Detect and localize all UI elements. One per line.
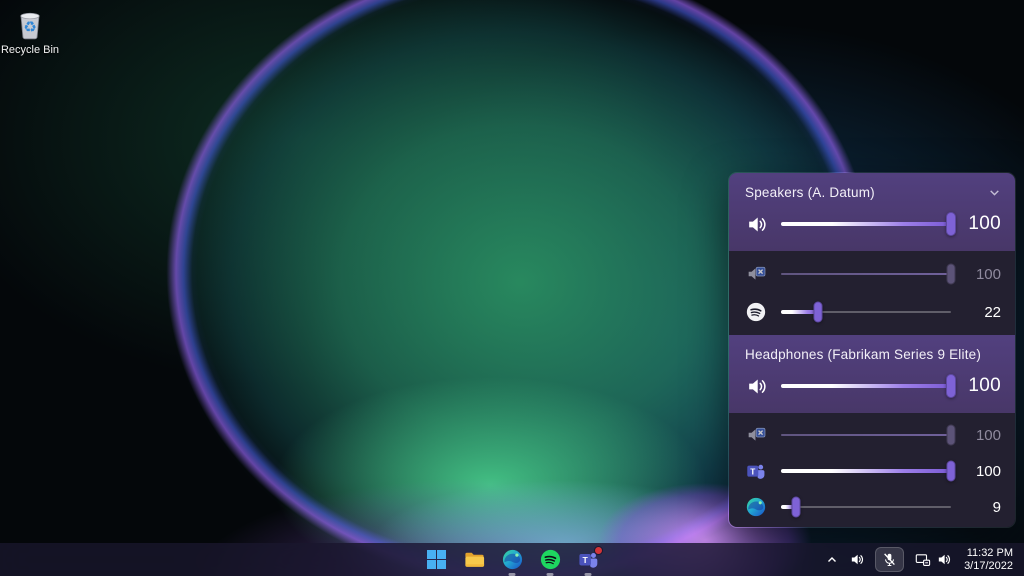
speaker-volume-icon — [745, 212, 773, 237]
recycle-bin-shortcut[interactable]: ♻ Recycle Bin — [0, 6, 66, 56]
windows-start-icon — [426, 549, 447, 570]
network-volume-quick-settings[interactable] — [911, 547, 957, 573]
file-explorer-button[interactable] — [461, 547, 487, 573]
device-group-headphones: Headphones (Fabrikam Series 9 Elite) 100 — [729, 335, 1015, 413]
volume-value: 100 — [961, 427, 1001, 444]
device-name: Headphones (Fabrikam Series 9 Elite) — [745, 347, 981, 362]
volume-value: 9 — [961, 499, 1001, 516]
slider-thumb[interactable] — [814, 302, 823, 323]
start-button[interactable] — [423, 547, 449, 573]
master-volume-slider[interactable] — [781, 374, 951, 398]
slider-thumb[interactable] — [946, 374, 956, 398]
system-sounds-row: 100 — [745, 255, 1001, 293]
spotify-icon — [745, 301, 773, 323]
app-sliders-headphones: 100 T 100 — [729, 413, 1015, 528]
device-header-headphones[interactable]: Headphones (Fabrikam Series 9 Elite) — [745, 343, 1001, 365]
volume-mixer-flyout: Speakers (A. Datum) 100 — [728, 172, 1016, 528]
taskbar: T — [0, 543, 1024, 576]
master-volume-slider[interactable] — [781, 212, 951, 236]
edge-icon — [745, 496, 773, 518]
teams-volume-row: T 100 — [745, 453, 1001, 489]
device-header-speakers[interactable]: Speakers (A. Datum) — [745, 181, 1001, 203]
spotify-icon — [539, 548, 562, 571]
master-volume-row-speakers: 100 — [745, 203, 1001, 245]
teams-volume-slider[interactable] — [781, 459, 951, 483]
taskbar-app-icons: T — [423, 547, 601, 573]
running-indicator — [585, 573, 592, 576]
teams-icon: T — [745, 460, 773, 482]
master-volume-row-headphones: 100 — [745, 365, 1001, 407]
mic-muted-button[interactable] — [875, 547, 904, 572]
system-sounds-row: 100 — [745, 417, 1001, 453]
spotify-volume-row: 22 — [745, 293, 1001, 331]
device-group-speakers: Speakers (A. Datum) 100 — [729, 173, 1015, 251]
file-explorer-icon — [463, 548, 486, 571]
spotify-volume-slider[interactable] — [781, 300, 951, 324]
edge-volume-row: 9 — [745, 489, 1001, 525]
ethernet-icon — [915, 552, 931, 568]
tray-date: 3/17/2022 — [964, 560, 1013, 572]
svg-text:♻: ♻ — [23, 20, 36, 36]
system-sounds-icon — [745, 424, 773, 446]
speaker-icon — [849, 551, 866, 568]
slider-thumb[interactable] — [946, 212, 956, 236]
app-sliders-speakers: 100 22 — [729, 251, 1015, 335]
recycle-bin-label: Recycle Bin — [0, 44, 66, 56]
system-tray: 11:32 PM 3/17/2022 — [824, 543, 1024, 576]
edge-taskbar-button[interactable] — [499, 547, 525, 573]
slider-thumb[interactable] — [947, 264, 956, 285]
clock[interactable]: 11:32 PM 3/17/2022 — [964, 547, 1013, 573]
speaker-volume-icon — [745, 374, 773, 399]
tray-time: 11:32 PM — [967, 547, 1013, 559]
volume-value: 100 — [961, 266, 1001, 283]
system-sounds-icon — [745, 263, 773, 285]
system-sounds-slider[interactable] — [781, 262, 951, 286]
teams-taskbar-button[interactable]: T — [575, 547, 601, 573]
chevron-down-icon[interactable] — [987, 185, 1001, 199]
device-name: Speakers (A. Datum) — [745, 185, 875, 200]
volume-icon — [936, 551, 953, 568]
volume-value: 100 — [961, 375, 1001, 397]
running-indicator — [547, 573, 554, 576]
spotify-taskbar-button[interactable] — [537, 547, 563, 573]
edge-icon — [501, 548, 524, 571]
slider-thumb[interactable] — [947, 425, 956, 446]
recycle-bin-icon: ♻ — [12, 6, 48, 42]
volume-value: 100 — [961, 213, 1001, 235]
svg-text:T: T — [750, 467, 755, 476]
volume-value: 22 — [961, 304, 1001, 321]
slider-thumb[interactable] — [792, 497, 801, 518]
chevron-up-icon — [826, 554, 838, 566]
system-sounds-slider[interactable] — [781, 423, 951, 447]
svg-text:T: T — [582, 555, 588, 565]
volume-value: 100 — [961, 463, 1001, 480]
mic-muted-icon — [882, 552, 897, 567]
notification-badge — [594, 546, 603, 555]
slider-thumb[interactable] — [947, 461, 956, 482]
desktop-wallpaper: ♻ Recycle Bin Speakers (A. Datum) — [0, 0, 1024, 576]
running-indicator — [509, 573, 516, 576]
edge-volume-slider[interactable] — [781, 495, 951, 519]
tray-speaker-button[interactable] — [847, 548, 868, 572]
tray-chevron-button[interactable] — [824, 548, 840, 572]
